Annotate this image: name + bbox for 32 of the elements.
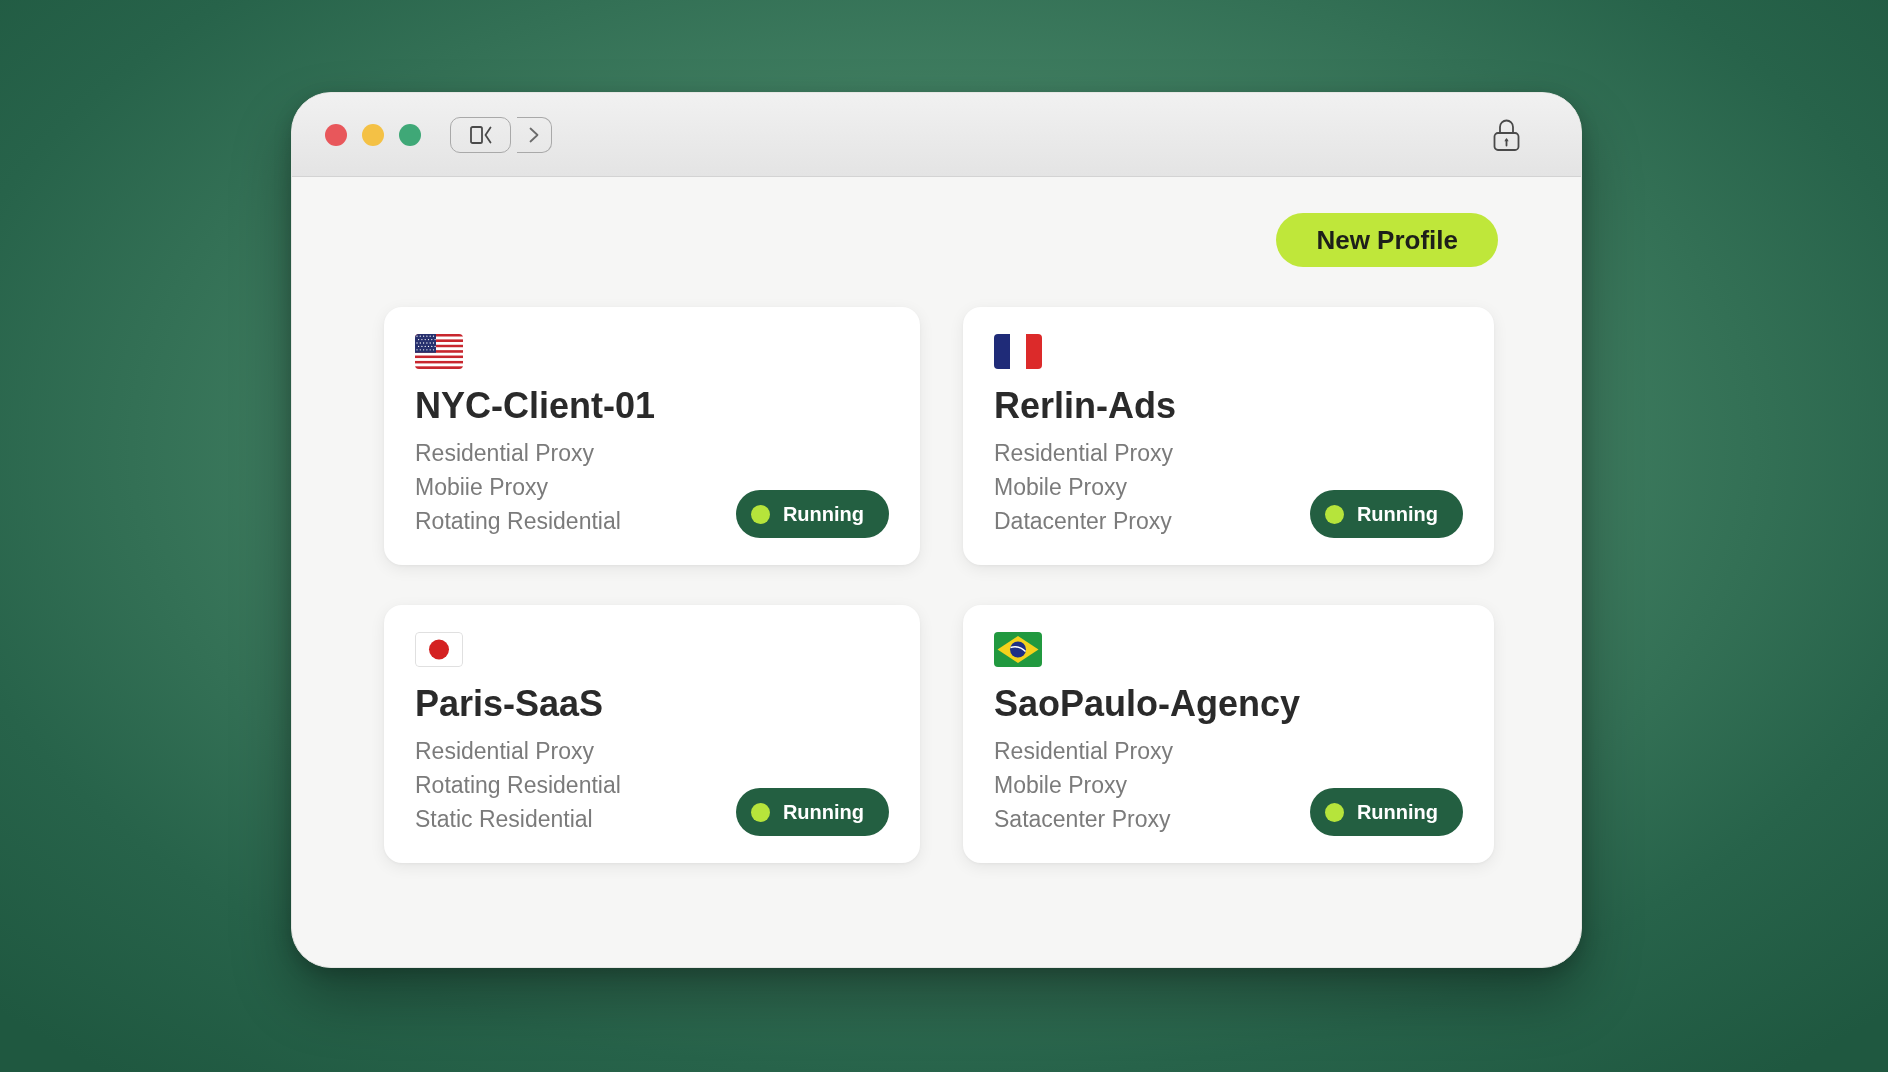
flag-icon (994, 632, 1042, 667)
proxy-type: Rotating Residential (415, 771, 621, 800)
flag-icon (415, 334, 463, 369)
window-zoom-icon[interactable] (399, 123, 421, 146)
proxy-type: Mobiie Proxy (415, 473, 549, 502)
chevron-right-icon (529, 126, 539, 143)
status-label: Running (782, 800, 864, 824)
proxy-type: Residential Proxy (994, 439, 1173, 468)
flag-icon (415, 632, 463, 667)
profile-name: NYC-Client-01 (415, 384, 657, 427)
status-label: Running (782, 502, 864, 526)
profile-name: Paris-SaaS (415, 682, 605, 725)
forward-button[interactable] (517, 116, 552, 153)
proxy-type: Residential Proxy (415, 439, 595, 468)
proxy-type: Mobile Proxy (994, 771, 1128, 800)
profile-name: SaoPaulo-Agency (994, 682, 1302, 725)
proxy-type: Mobile Proxy (994, 473, 1128, 502)
status-label: Running (1356, 502, 1438, 526)
proxy-type: Static Residential (415, 805, 594, 834)
flag-icon (994, 334, 1042, 369)
status-label: Running (1356, 800, 1438, 824)
proxy-type: Residential Proxy (415, 737, 595, 766)
lock-icon[interactable] (1493, 118, 1520, 151)
window-close-icon[interactable] (325, 123, 347, 146)
profile-name: Rerlin-Ads (994, 384, 1178, 427)
sidebar-icon (469, 125, 492, 144)
sidebar-button[interactable] (450, 116, 511, 153)
proxy-type: Satacenter Proxy (994, 805, 1172, 834)
proxy-type: Residential Proxy (994, 737, 1173, 766)
proxy-type: Rotating Residential (415, 507, 621, 536)
new-profile-button[interactable]: New Profile (1276, 213, 1498, 267)
proxy-type: Datacenter Proxy (994, 507, 1173, 536)
